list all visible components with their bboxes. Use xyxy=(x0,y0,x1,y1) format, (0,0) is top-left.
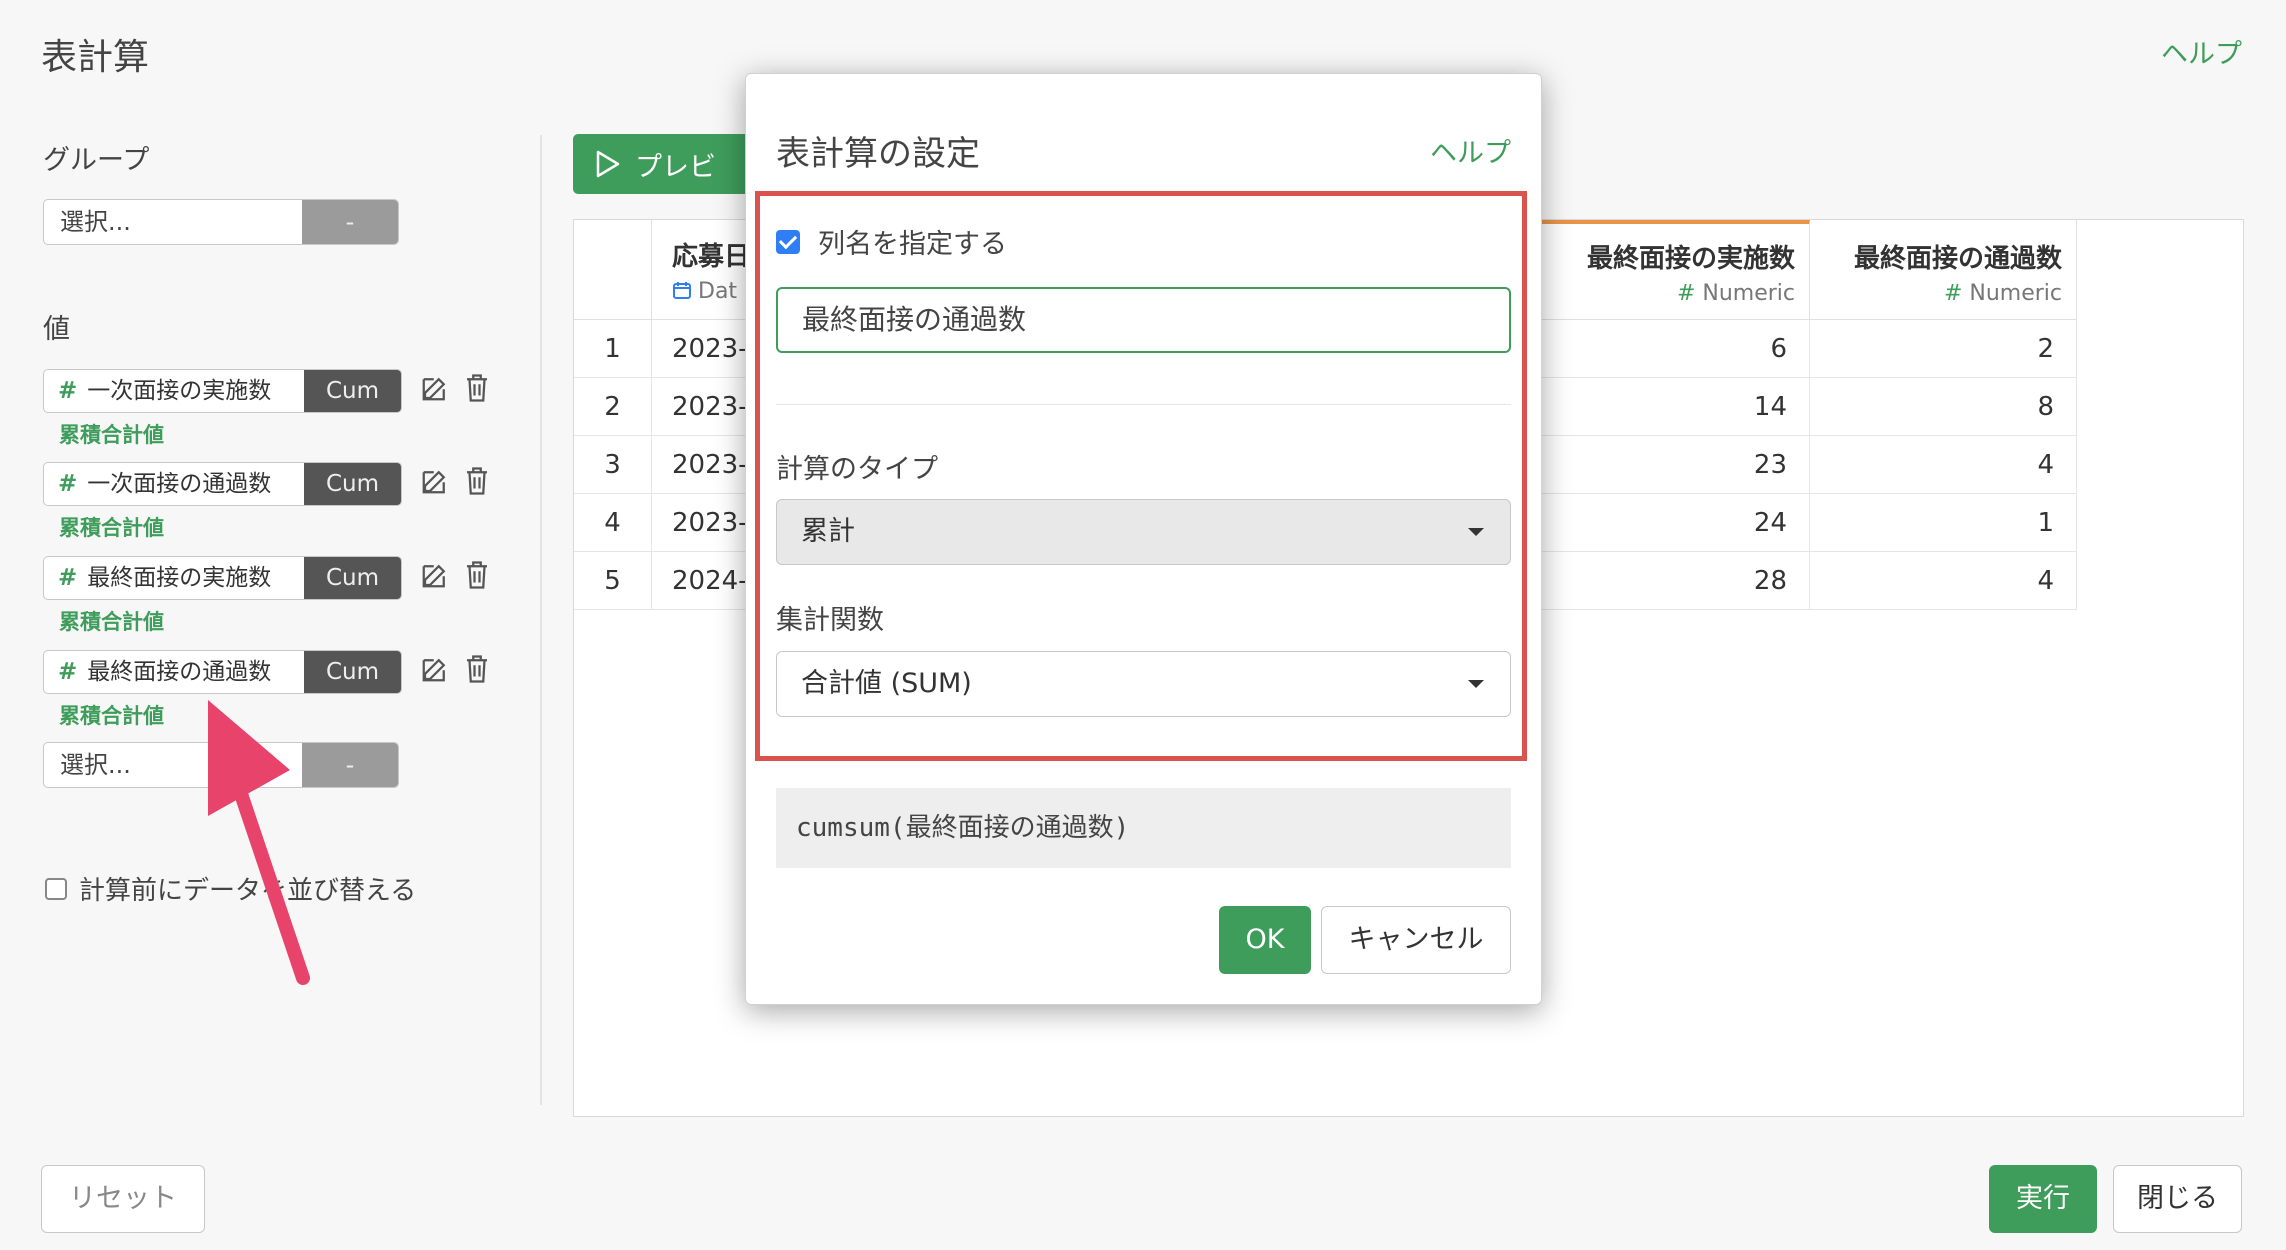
value-calc-tag[interactable]: Cum xyxy=(304,557,401,599)
checkbox-checked-icon[interactable] xyxy=(776,229,800,254)
table-cell: 8 xyxy=(1810,378,2077,436)
calendar-icon xyxy=(673,282,691,299)
value-name: 一次面接の実施数 xyxy=(87,378,272,404)
group-remove-button[interactable]: - xyxy=(302,200,398,244)
trash-icon[interactable] xyxy=(464,373,490,403)
trash-icon[interactable] xyxy=(464,654,490,684)
agg-func-label: 集計関数 xyxy=(776,605,884,636)
value-calc-label: 累積合計値 xyxy=(59,423,164,447)
table-cell: 23 xyxy=(1541,436,1810,494)
run-button[interactable]: 実行 xyxy=(1989,1165,2097,1233)
panel-divider xyxy=(540,135,542,1105)
group-select[interactable]: 選択... - xyxy=(43,199,399,245)
table-cell: 2 xyxy=(1810,320,2077,378)
table-cell: 1 xyxy=(1810,494,2077,552)
divider xyxy=(776,404,1511,405)
page-title: 表計算 xyxy=(41,37,150,78)
value-calc-label: 累積合計値 xyxy=(59,610,164,634)
table-cell: 4 xyxy=(1810,552,2077,610)
preview-button[interactable]: プレビ xyxy=(573,134,773,194)
column-type: Dat xyxy=(698,279,738,304)
value-chip[interactable]: # 一次面接の実施数 Cum xyxy=(43,369,402,413)
help-link[interactable]: ヘルプ xyxy=(2161,32,2242,71)
value-chip[interactable]: # 最終面接の実施数 Cum xyxy=(43,556,402,600)
calc-type-select[interactable]: 累計 xyxy=(776,499,1511,565)
column-type: Numeric xyxy=(1969,281,2062,306)
dialog-help-link[interactable]: ヘルプ xyxy=(1430,131,1511,170)
value-name: 最終面接の実施数 xyxy=(87,565,272,591)
numeric-type-icon: # xyxy=(58,565,78,591)
values-label: 値 xyxy=(43,314,70,345)
dialog-title: 表計算の設定 xyxy=(776,134,980,174)
row-index: 4 xyxy=(574,494,652,552)
value-calc-label: 累積合計値 xyxy=(59,516,164,540)
trash-icon[interactable] xyxy=(464,466,490,496)
specify-column-name-checkbox[interactable]: 列名を指定する xyxy=(776,222,1007,261)
numeric-type-icon: # xyxy=(58,378,78,404)
group-select-placeholder: 選択... xyxy=(60,208,131,236)
column-name-input[interactable]: 最終面接の通過数 xyxy=(776,287,1511,353)
value-chip[interactable]: # 一次面接の通過数 Cum xyxy=(43,462,402,506)
reset-button[interactable]: リセット xyxy=(41,1165,205,1233)
numeric-type-icon: # xyxy=(58,471,78,497)
index-header xyxy=(574,220,652,320)
cancel-button[interactable]: キャンセル xyxy=(1321,906,1511,974)
calc-type-value: 累計 xyxy=(801,516,855,547)
chevron-down-icon xyxy=(1468,528,1484,536)
value-item: # 最終面接の実施数 Cum 累積合計値 xyxy=(43,556,487,636)
column-header-final-pass[interactable]: 最終面接の通過数 # Numeric xyxy=(1810,220,2077,320)
value-name: 一次面接の通過数 xyxy=(87,471,272,497)
column-type: Numeric xyxy=(1702,281,1795,306)
column-name: 最終面接の実施数 xyxy=(1586,244,1795,274)
table-cell: 4 xyxy=(1810,436,2077,494)
numeric-type-icon: # xyxy=(1676,281,1696,306)
table-cell: 6 xyxy=(1541,320,1810,378)
edit-icon[interactable] xyxy=(420,373,450,403)
value-name: 最終面接の通過数 xyxy=(87,659,272,685)
value-item: # 一次面接の通過数 Cum 累積合計値 xyxy=(43,462,487,542)
value-calc-tag[interactable]: Cum xyxy=(304,463,401,505)
row-index: 1 xyxy=(574,320,652,378)
row-index: 2 xyxy=(574,378,652,436)
column-header-final-done[interactable]: 最終面接の実施数 # Numeric xyxy=(1541,220,1810,320)
value-calc-tag[interactable]: Cum xyxy=(304,651,401,693)
group-label: グループ xyxy=(43,145,150,176)
chevron-down-icon xyxy=(1468,680,1484,688)
play-icon xyxy=(596,150,620,178)
close-button[interactable]: 閉じる xyxy=(2113,1165,2242,1233)
edit-icon[interactable] xyxy=(420,560,450,590)
checkbox-icon[interactable] xyxy=(45,877,67,900)
formula-preview: cumsum(最終面接の通過数) xyxy=(776,788,1511,868)
agg-func-value: 合計値 (SUM) xyxy=(801,668,972,699)
agg-func-select[interactable]: 合計値 (SUM) xyxy=(776,651,1511,717)
preview-label: プレビ xyxy=(635,151,716,183)
table-cell: 28 xyxy=(1541,552,1810,610)
edit-icon[interactable] xyxy=(420,466,450,496)
column-name: 最終面接の通過数 xyxy=(1853,244,2062,274)
row-index: 3 xyxy=(574,436,652,494)
table-cell: 14 xyxy=(1541,378,1810,436)
table-cell: 24 xyxy=(1541,494,1810,552)
table-calc-settings-dialog: 表計算の設定 ヘルプ 列名を指定する 最終面接の通過数 計算のタイプ 累計 集計… xyxy=(745,73,1542,1005)
ok-button[interactable]: OK xyxy=(1219,906,1311,974)
annotation-arrow-icon xyxy=(208,700,310,985)
value-item: # 一次面接の実施数 Cum 累積合計値 xyxy=(43,369,487,449)
calc-type-label: 計算のタイプ xyxy=(776,454,938,485)
trash-icon[interactable] xyxy=(464,560,490,590)
specify-column-name-label: 列名を指定する xyxy=(818,229,1007,260)
numeric-type-icon: # xyxy=(1943,281,1963,306)
row-index: 5 xyxy=(574,552,652,610)
value-calc-tag[interactable]: Cum xyxy=(304,370,401,412)
value-chip[interactable]: # 最終面接の通過数 Cum xyxy=(43,650,402,694)
numeric-type-icon: # xyxy=(58,659,78,685)
edit-icon[interactable] xyxy=(420,654,450,684)
